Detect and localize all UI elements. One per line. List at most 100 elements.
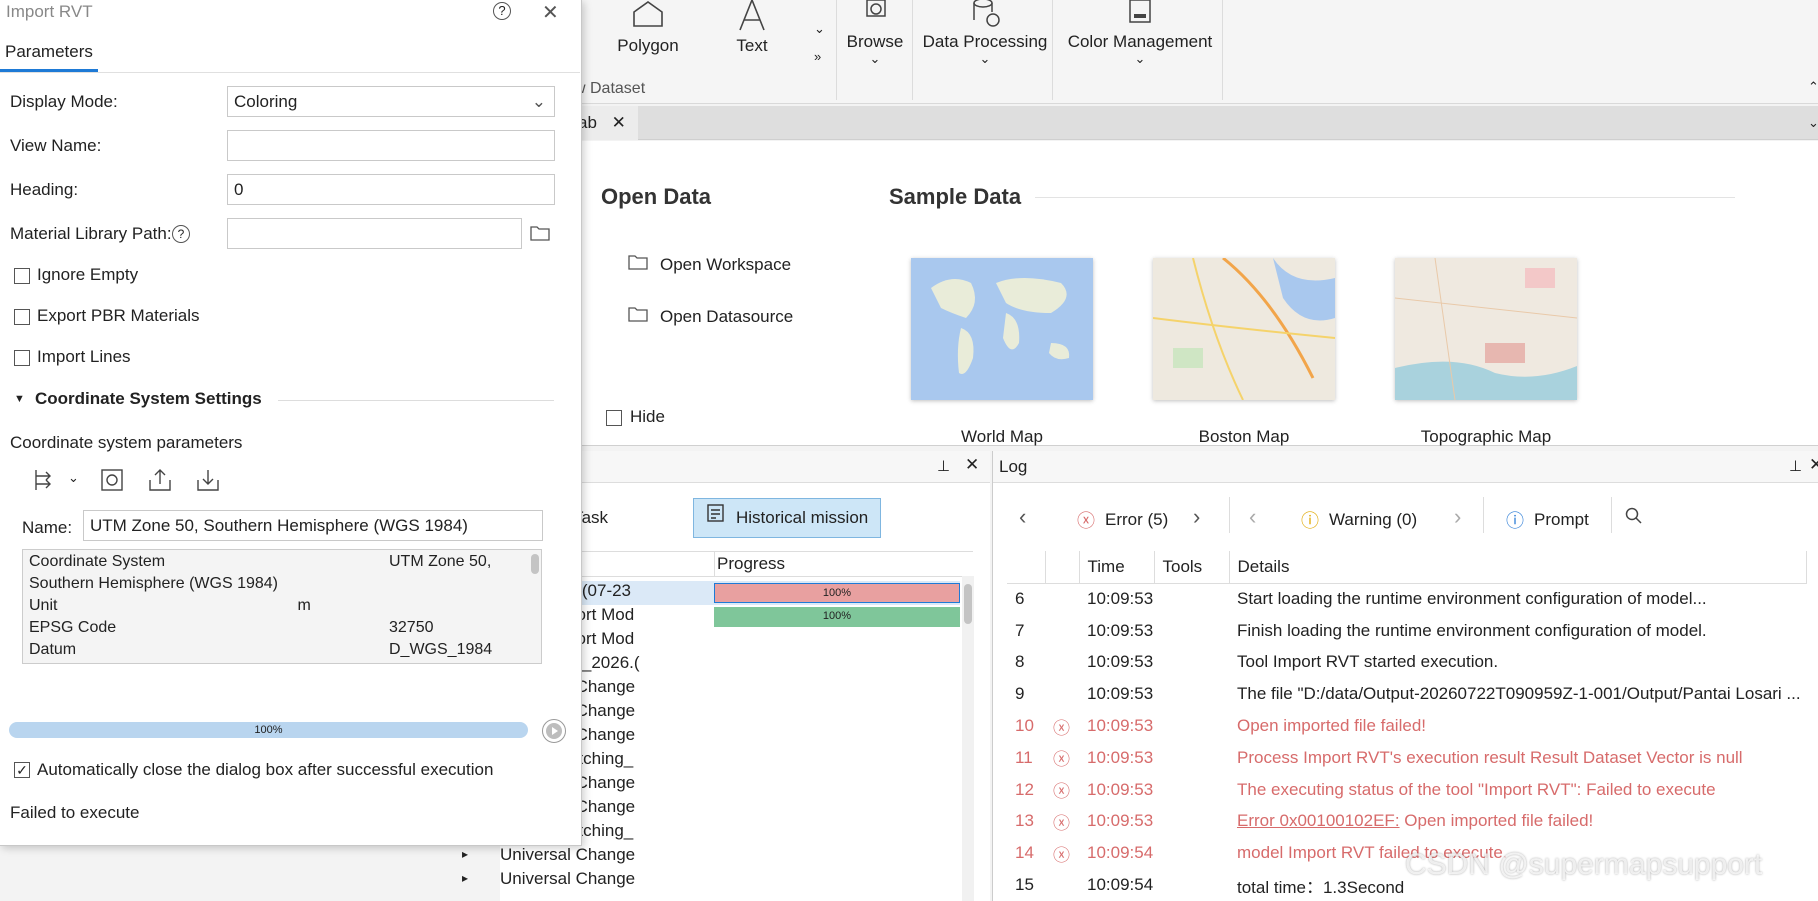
world-map-label[interactable]: World Map xyxy=(902,427,1102,447)
tools-header[interactable]: Tools xyxy=(1154,551,1230,584)
polygon-button[interactable]: Polygon xyxy=(612,0,684,56)
import-icon[interactable] xyxy=(196,468,220,497)
expand-arrow-icon[interactable]: ▸ xyxy=(462,847,468,861)
topographic-map-thumbnail[interactable] xyxy=(1394,257,1578,401)
task-row[interactable]: ▸ Universal Change xyxy=(462,869,960,893)
log-details: Open imported file failed! xyxy=(1237,716,1426,736)
coordinate-settings-icon[interactable] xyxy=(100,468,124,497)
historical-mission-tab[interactable]: Historical mission xyxy=(693,498,882,538)
export-pbr-checkbox[interactable] xyxy=(14,309,30,325)
help-icon[interactable]: ? xyxy=(172,225,190,243)
topographic-map-label[interactable]: Topographic Map xyxy=(1386,427,1586,447)
chevron-down-icon[interactable]: ⌄ xyxy=(68,470,79,486)
close-icon[interactable]: ✕ xyxy=(542,0,559,25)
close-icon[interactable]: ✕ xyxy=(1809,455,1818,475)
warning-filter[interactable]: ⓘ Warning (0) xyxy=(1301,507,1417,533)
historical-mission-label: Historical mission xyxy=(736,508,869,527)
world-map-image xyxy=(911,258,1093,400)
task-scrollbar[interactable] xyxy=(962,576,974,901)
log-tool xyxy=(1154,710,1229,742)
topographic-map-image xyxy=(1394,257,1578,401)
paint-bucket-icon xyxy=(1129,0,1151,23)
chevron-down-icon: ⌄ xyxy=(1134,51,1146,66)
info-icon: ⓘ xyxy=(1506,511,1524,531)
log-details: Finish loading the runtime environment c… xyxy=(1237,620,1707,640)
log-row[interactable]: 12 ⓧ 10:09:53 The executing status of the t… xyxy=(1007,774,1807,806)
details-header[interactable]: Details xyxy=(1229,551,1807,584)
world-map-thumbnail[interactable] xyxy=(911,258,1093,400)
cs-name-input[interactable]: UTM Zone 50, Southern Hemisphere (WGS 19… xyxy=(83,510,543,541)
next-warning-icon[interactable]: › xyxy=(1454,504,1461,530)
prompt-filter-label: Prompt xyxy=(1534,510,1589,529)
export-icon[interactable] xyxy=(148,468,172,497)
log-row[interactable]: 11 ⓧ 10:09:53 Process Import RVT's executio… xyxy=(1007,742,1807,774)
expand-arrow-icon[interactable]: ▸ xyxy=(462,871,468,885)
color-management-button[interactable]: Color Management ⌄ xyxy=(1060,0,1220,65)
previous-warning-icon[interactable]: ‹ xyxy=(1249,504,1256,530)
folder-icon xyxy=(628,306,648,327)
material-library-path-label: Material Library Path: xyxy=(10,224,172,243)
next-error-icon[interactable]: › xyxy=(1193,504,1200,530)
tab-parameters[interactable]: Parameters xyxy=(0,36,98,72)
log-row[interactable]: 6 10:09:53 Start loading the runtime envir… xyxy=(1007,583,1807,615)
log-level xyxy=(1045,678,1079,710)
log-level xyxy=(1045,615,1079,647)
help-icon[interactable]: ? xyxy=(493,2,511,20)
log-title: Log xyxy=(999,457,1028,476)
folder-browse-icon[interactable] xyxy=(530,225,550,246)
run-button[interactable] xyxy=(542,719,566,743)
log-row[interactable]: 9 10:09:53 The file "D:/data/Output-202607… xyxy=(1007,678,1807,710)
log-row[interactable]: 13 ⓧ 10:09:53 Error 0x00100102EF: Open impo… xyxy=(1007,806,1807,838)
time-header[interactable]: Time xyxy=(1079,551,1155,584)
view-name-input[interactable] xyxy=(227,130,555,161)
play-icon xyxy=(546,723,562,739)
previous-error-icon[interactable]: ‹ xyxy=(1019,504,1026,530)
display-mode-select[interactable]: Coloring ⌄ xyxy=(227,86,555,117)
close-icon[interactable]: ✕ xyxy=(612,113,626,132)
collapse-triangle-icon[interactable]: ▼ xyxy=(14,393,25,405)
ignore-empty-checkbox[interactable] xyxy=(14,268,30,284)
text-button[interactable]: Text xyxy=(722,0,782,56)
error-filter[interactable]: ⓧ Error (5) xyxy=(1077,507,1168,533)
open-workspace-link[interactable]: Open Workspace xyxy=(628,254,791,275)
browse-button[interactable]: Browse ⌄ xyxy=(845,0,905,65)
auto-close-checkbox[interactable]: ✓ xyxy=(14,762,30,778)
gallery-down-icon[interactable]: ⌄ xyxy=(814,22,825,35)
log-time: 10:09:53 xyxy=(1087,716,1154,736)
boston-map-label[interactable]: Boston Map xyxy=(1144,427,1344,447)
boston-map-thumbnail[interactable] xyxy=(1152,256,1336,401)
log-row[interactable]: 8 10:09:53 Tool Import RVT started executi… xyxy=(1007,647,1807,679)
material-library-path-input[interactable] xyxy=(227,218,522,249)
log-tool xyxy=(1154,806,1229,838)
error-code-link[interactable]: Error 0x00100102EF: xyxy=(1237,811,1400,830)
open-datasource-link[interactable]: Open Datasource xyxy=(628,306,793,327)
log-time: 10:09:53 xyxy=(1087,811,1154,831)
data-processing-button[interactable]: Data Processing ⌄ xyxy=(920,0,1050,65)
import-lines-checkbox[interactable] xyxy=(14,350,30,366)
coordinate-section-title[interactable]: Coordinate System Settings xyxy=(35,389,262,409)
coordinate-transform-icon[interactable] xyxy=(32,468,58,497)
hide-checkbox[interactable] xyxy=(606,410,622,426)
gallery-expand-icon[interactable]: » xyxy=(814,50,821,63)
pin-icon[interactable]: ⊥ xyxy=(937,457,950,475)
heading-input[interactable]: 0 xyxy=(227,174,555,205)
log-time: 10:09:53 xyxy=(1087,589,1154,609)
warning-icon: ⓘ xyxy=(1301,511,1319,531)
close-icon[interactable]: ✕ xyxy=(965,455,979,475)
log-titlebar: Log ⊥ ✕ xyxy=(993,451,1818,483)
ribbon-group-label: w Dataset xyxy=(574,80,646,97)
dialog-title: Import RVT xyxy=(6,2,93,21)
collapse-ribbon-icon[interactable]: ⌃ xyxy=(1808,80,1818,93)
pin-icon[interactable]: ⊥ xyxy=(1789,457,1802,475)
log-row[interactable]: 10 ⓧ 10:09:53 Open imported file failed! xyxy=(1007,710,1807,742)
task-row[interactable]: ▸ Universal Change xyxy=(462,845,960,869)
prompt-filter[interactable]: ⓘ Prompt xyxy=(1506,507,1589,533)
execution-status: Failed to execute xyxy=(10,803,140,822)
chevron-down-icon: ⌄ xyxy=(869,51,881,66)
log-row[interactable]: 7 10:09:53 Finish loading the runtime envi… xyxy=(1007,615,1807,647)
properties-scrollbar[interactable] xyxy=(531,554,539,574)
dialog-progress-text: 100% xyxy=(254,724,283,736)
search-icon[interactable] xyxy=(1625,507,1643,530)
log-number: 11 xyxy=(1015,747,1033,767)
tab-list-icon[interactable]: ⌄ xyxy=(1808,116,1818,129)
